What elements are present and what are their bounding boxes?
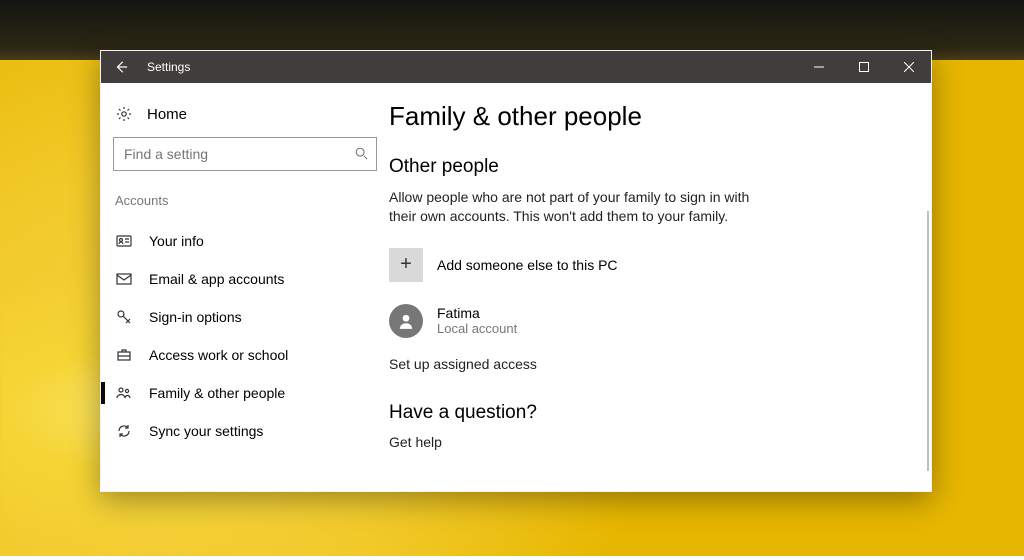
people-icon — [115, 384, 133, 402]
titlebar: Settings — [101, 51, 931, 83]
person-icon — [397, 312, 415, 330]
arrow-left-icon — [114, 60, 128, 74]
sidebar-item-label: Email & app accounts — [149, 271, 284, 287]
page-title: Family & other people — [389, 101, 891, 132]
content-area: Family & other people Other people Allow… — [389, 83, 931, 491]
maximize-icon — [859, 62, 869, 72]
minimize-icon — [814, 62, 824, 72]
sidebar-item-label: Sync your settings — [149, 423, 263, 439]
mail-icon — [115, 270, 133, 288]
other-people-heading: Other people — [389, 156, 891, 178]
plus-icon: + — [389, 248, 423, 282]
window-title: Settings — [141, 60, 190, 74]
sidebar-item-label: Sign-in options — [149, 309, 242, 325]
sidebar: Home Accounts Your info Email & app — [101, 83, 389, 491]
add-someone-button[interactable]: + Add someone else to this PC — [389, 248, 891, 282]
home-label: Home — [147, 106, 187, 123]
question-heading: Have a question? — [389, 402, 891, 424]
minimize-button[interactable] — [796, 51, 841, 83]
search-icon — [354, 146, 368, 163]
user-account-type: Local account — [437, 321, 517, 336]
settings-window: Settings Home — [100, 50, 932, 492]
assigned-access-link[interactable]: Set up assigned access — [389, 356, 891, 372]
gear-icon — [115, 105, 133, 123]
sync-icon — [115, 422, 133, 440]
home-nav[interactable]: Home — [113, 101, 377, 137]
sidebar-section-label: Accounts — [115, 193, 377, 208]
other-people-description: Allow people who are not part of your fa… — [389, 188, 769, 226]
user-entry[interactable]: Fatima Local account — [389, 304, 891, 338]
sidebar-item-email-accounts[interactable]: Email & app accounts — [113, 260, 377, 298]
sidebar-item-label: Family & other people — [149, 385, 285, 401]
scrollbar[interactable] — [927, 211, 929, 471]
sidebar-item-family-other-people[interactable]: Family & other people — [113, 374, 377, 412]
sidebar-item-label: Access work or school — [149, 347, 288, 363]
search-box[interactable] — [113, 137, 377, 171]
key-icon — [115, 308, 133, 326]
maximize-button[interactable] — [841, 51, 886, 83]
sidebar-item-sync-settings[interactable]: Sync your settings — [113, 412, 377, 450]
user-name: Fatima — [437, 305, 517, 321]
sidebar-item-label: Your info — [149, 233, 204, 249]
sidebar-item-access-work[interactable]: Access work or school — [113, 336, 377, 374]
search-input[interactable] — [122, 145, 354, 163]
sidebar-item-sign-in-options[interactable]: Sign-in options — [113, 298, 377, 336]
avatar — [389, 304, 423, 338]
add-someone-label: Add someone else to this PC — [437, 257, 618, 273]
back-button[interactable] — [101, 51, 141, 83]
id-card-icon — [115, 232, 133, 250]
close-icon — [904, 62, 914, 72]
briefcase-icon — [115, 346, 133, 364]
get-help-link[interactable]: Get help — [389, 434, 891, 450]
sidebar-item-your-info[interactable]: Your info — [113, 222, 377, 260]
close-button[interactable] — [886, 51, 931, 83]
